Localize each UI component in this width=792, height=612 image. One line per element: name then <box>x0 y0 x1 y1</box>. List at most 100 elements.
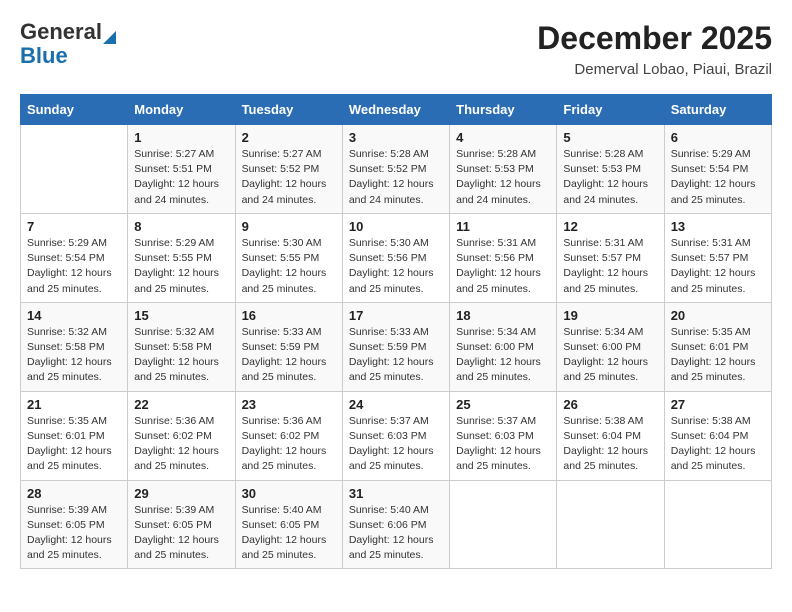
day-number: 15 <box>134 308 228 323</box>
day-number: 10 <box>349 219 443 234</box>
day-number: 9 <box>242 219 336 234</box>
calendar-cell: 28Sunrise: 5:39 AM Sunset: 6:05 PM Dayli… <box>21 480 128 569</box>
day-info: Sunrise: 5:35 AM Sunset: 6:01 PM Dayligh… <box>671 325 765 386</box>
day-info: Sunrise: 5:40 AM Sunset: 6:06 PM Dayligh… <box>349 503 443 564</box>
day-info: Sunrise: 5:27 AM Sunset: 5:51 PM Dayligh… <box>134 147 228 208</box>
calendar-cell: 24 Sunrise: 5:37 AM Sunset: 6:03 PM Dayli… <box>342 391 449 480</box>
day-info: Sunrise: 5:35 AM Sunset: 6:01 PM Dayligh… <box>27 414 121 475</box>
day-number: 4 <box>456 130 550 145</box>
week-row-4: 21 Sunrise: 5:35 AM Sunset: 6:01 PM Dayli… <box>21 391 772 480</box>
day-number: 6 <box>671 130 765 145</box>
calendar-cell: 23 Sunrise: 5:36 AM Sunset: 6:02 PM Dayli… <box>235 391 342 480</box>
calendar-cell: 12 Sunrise: 5:31 AM Sunset: 5:57 PM Dayli… <box>557 213 664 302</box>
calendar-cell: 29 Sunrise: 5:39 AM Sunset: 6:05 PM Dayli… <box>128 480 235 569</box>
day-number: 16 <box>242 308 336 323</box>
calendar-cell: 1 Sunrise: 5:27 AM Sunset: 5:51 PM Daylig… <box>128 125 235 214</box>
day-number: 19 <box>563 308 657 323</box>
page-header: General Blue December 2025 Demerval Loba… <box>20 20 772 78</box>
calendar-cell: 17Sunrise: 5:33 AM Sunset: 5:59 PM Dayli… <box>342 302 449 391</box>
logo-text-top: General <box>20 20 116 44</box>
day-number: 20 <box>671 308 765 323</box>
day-info: Sunrise: 5:31 AM Sunset: 5:56 PM Dayligh… <box>456 236 550 297</box>
calendar-cell <box>664 480 771 569</box>
weekday-header-saturday: Saturday <box>664 95 771 125</box>
week-row-1: 1 Sunrise: 5:27 AM Sunset: 5:51 PM Daylig… <box>21 125 772 214</box>
day-number: 25 <box>456 397 550 412</box>
day-number: 21 <box>27 397 121 412</box>
calendar-cell: 31 Sunrise: 5:40 AM Sunset: 6:06 PM Dayli… <box>342 480 449 569</box>
day-info: Sunrise: 5:28 AM Sunset: 5:53 PM Dayligh… <box>563 147 657 208</box>
day-info: Sunrise: 5:34 AM Sunset: 6:00 PM Dayligh… <box>563 325 657 386</box>
day-number: 3 <box>349 130 443 145</box>
day-info: Sunrise: 5:29 AM Sunset: 5:54 PM Dayligh… <box>27 236 121 297</box>
day-number: 7 <box>27 219 121 234</box>
logo-text-bottom: Blue <box>20 43 68 68</box>
day-info: Sunrise: 5:38 AM Sunset: 6:04 PM Dayligh… <box>563 414 657 475</box>
location-subtitle: Demerval Lobao, Piaui, Brazil <box>537 61 772 78</box>
day-info: Sunrise: 5:31 AM Sunset: 5:57 PM Dayligh… <box>563 236 657 297</box>
calendar-cell: 4 Sunrise: 5:28 AM Sunset: 5:53 PM Daylig… <box>450 125 557 214</box>
calendar-cell: 30 Sunrise: 5:40 AM Sunset: 6:05 PM Dayli… <box>235 480 342 569</box>
day-info: Sunrise: 5:30 AM Sunset: 5:56 PM Dayligh… <box>349 236 443 297</box>
weekday-header-tuesday: Tuesday <box>235 95 342 125</box>
calendar-cell: 26 Sunrise: 5:38 AM Sunset: 6:04 PM Dayli… <box>557 391 664 480</box>
day-info: Sunrise: 5:37 AM Sunset: 6:03 PM Dayligh… <box>456 414 550 475</box>
weekday-header-row: SundayMondayTuesdayWednesdayThursdayFrid… <box>21 95 772 125</box>
calendar-cell <box>21 125 128 214</box>
day-info: Sunrise: 5:31 AM Sunset: 5:57 PM Dayligh… <box>671 236 765 297</box>
calendar-table: SundayMondayTuesdayWednesdayThursdayFrid… <box>20 94 772 569</box>
day-info: Sunrise: 5:38 AM Sunset: 6:04 PM Dayligh… <box>671 414 765 475</box>
calendar-cell: 7 Sunrise: 5:29 AM Sunset: 5:54 PM Daylig… <box>21 213 128 302</box>
day-number: 13 <box>671 219 765 234</box>
calendar-cell: 25 Sunrise: 5:37 AM Sunset: 6:03 PM Dayli… <box>450 391 557 480</box>
day-number: 23 <box>242 397 336 412</box>
calendar-cell: 27Sunrise: 5:38 AM Sunset: 6:04 PM Dayli… <box>664 391 771 480</box>
day-number: 5 <box>563 130 657 145</box>
day-number: 11 <box>456 219 550 234</box>
calendar-cell: 3Sunrise: 5:28 AM Sunset: 5:52 PM Daylig… <box>342 125 449 214</box>
week-row-5: 28 Sunrise: 5:39 AM Sunset: 6:05 PM Dayli… <box>21 480 772 569</box>
calendar-cell: 9 Sunrise: 5:30 AM Sunset: 5:55 PM Daylig… <box>235 213 342 302</box>
day-info: Sunrise: 5:34 AM Sunset: 6:00 PM Dayligh… <box>456 325 550 386</box>
calendar-cell: 22Sunrise: 5:36 AM Sunset: 6:02 PM Dayli… <box>128 391 235 480</box>
calendar-cell: 21 Sunrise: 5:35 AM Sunset: 6:01 PM Dayli… <box>21 391 128 480</box>
week-row-2: 7 Sunrise: 5:29 AM Sunset: 5:54 PM Daylig… <box>21 213 772 302</box>
day-info: Sunrise: 5:29 AM Sunset: 5:55 PM Dayligh… <box>134 236 228 297</box>
calendar-cell <box>450 480 557 569</box>
weekday-header-thursday: Thursday <box>450 95 557 125</box>
day-info: Sunrise: 5:40 AM Sunset: 6:05 PM Dayligh… <box>242 503 336 564</box>
weekday-header-monday: Monday <box>128 95 235 125</box>
day-number: 31 <box>349 486 443 501</box>
day-info: Sunrise: 5:39 AM Sunset: 6:05 PM Dayligh… <box>134 503 228 564</box>
day-info: Sunrise: 5:29 AM Sunset: 5:54 PM Dayligh… <box>671 147 765 208</box>
day-number: 12 <box>563 219 657 234</box>
calendar-cell: 10 Sunrise: 5:30 AM Sunset: 5:56 PM Dayli… <box>342 213 449 302</box>
day-number: 24 <box>349 397 443 412</box>
day-number: 30 <box>242 486 336 501</box>
calendar-cell: 18 Sunrise: 5:34 AM Sunset: 6:00 PM Dayli… <box>450 302 557 391</box>
day-number: 26 <box>563 397 657 412</box>
day-info: Sunrise: 5:32 AM Sunset: 5:58 PM Dayligh… <box>134 325 228 386</box>
day-number: 1 <box>134 130 228 145</box>
calendar-cell: 14Sunrise: 5:32 AM Sunset: 5:58 PM Dayli… <box>21 302 128 391</box>
calendar-cell: 16Sunrise: 5:33 AM Sunset: 5:59 PM Dayli… <box>235 302 342 391</box>
title-area: December 2025 Demerval Lobao, Piaui, Bra… <box>537 20 772 78</box>
logo: General Blue <box>20 20 116 68</box>
calendar-cell: 6 Sunrise: 5:29 AM Sunset: 5:54 PM Daylig… <box>664 125 771 214</box>
calendar-cell: 8Sunrise: 5:29 AM Sunset: 5:55 PM Daylig… <box>128 213 235 302</box>
day-number: 14 <box>27 308 121 323</box>
calendar-cell: 13 Sunrise: 5:31 AM Sunset: 5:57 PM Dayli… <box>664 213 771 302</box>
day-info: Sunrise: 5:37 AM Sunset: 6:03 PM Dayligh… <box>349 414 443 475</box>
calendar-cell: 2Sunrise: 5:27 AM Sunset: 5:52 PM Daylig… <box>235 125 342 214</box>
day-number: 29 <box>134 486 228 501</box>
day-info: Sunrise: 5:36 AM Sunset: 6:02 PM Dayligh… <box>242 414 336 475</box>
day-info: Sunrise: 5:36 AM Sunset: 6:02 PM Dayligh… <box>134 414 228 475</box>
calendar-cell: 20 Sunrise: 5:35 AM Sunset: 6:01 PM Dayli… <box>664 302 771 391</box>
day-info: Sunrise: 5:30 AM Sunset: 5:55 PM Dayligh… <box>242 236 336 297</box>
weekday-header-sunday: Sunday <box>21 95 128 125</box>
day-number: 18 <box>456 308 550 323</box>
day-info: Sunrise: 5:28 AM Sunset: 5:53 PM Dayligh… <box>456 147 550 208</box>
week-row-3: 14 Sunrise: 5:32 AM Sunset: 5:58 PM Dayli… <box>21 302 772 391</box>
calendar-cell: 19 Sunrise: 5:34 AM Sunset: 6:00 PM Dayli… <box>557 302 664 391</box>
day-number: 28 <box>27 486 121 501</box>
